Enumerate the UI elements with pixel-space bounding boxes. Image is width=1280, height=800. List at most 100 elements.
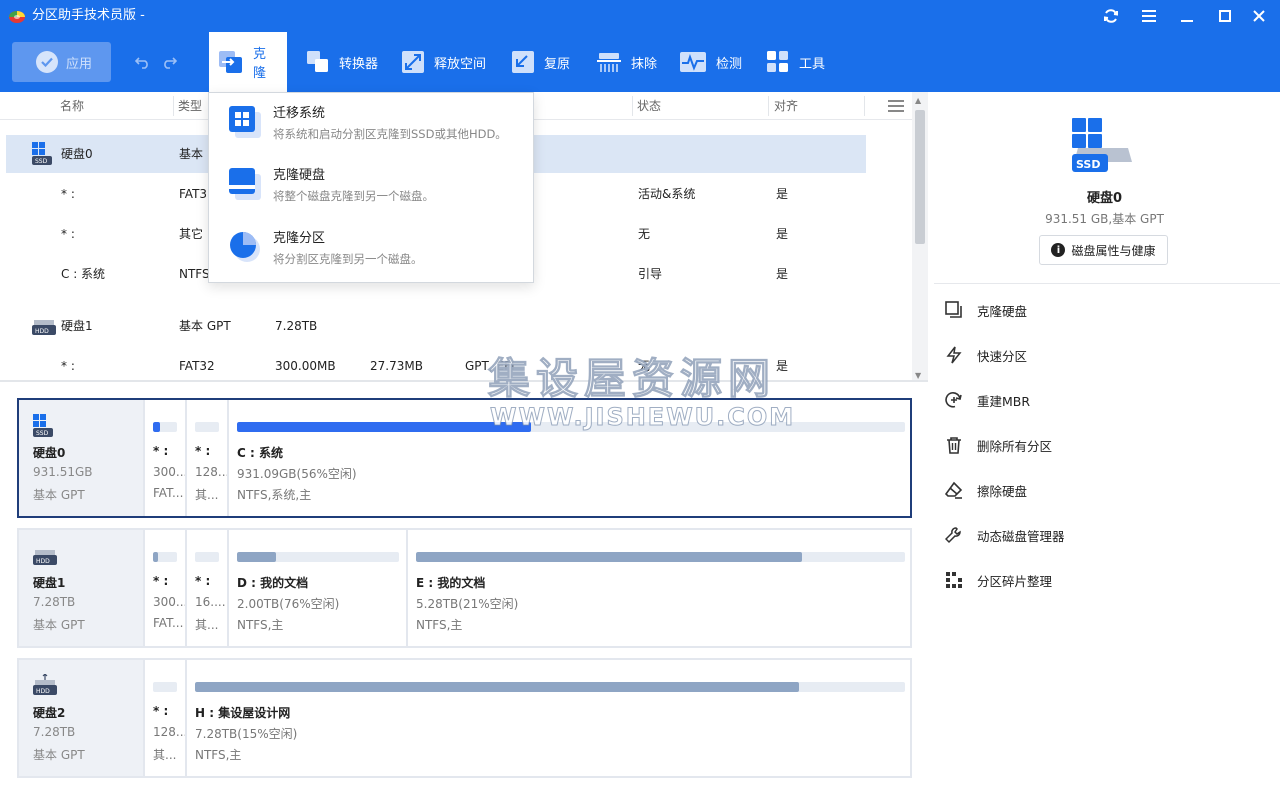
check-icon: [36, 51, 58, 73]
partition-size: 300...: [153, 595, 188, 609]
refresh-icon: [1104, 9, 1118, 23]
column-header-type[interactable]: 类型: [178, 98, 202, 114]
op-label: 动态磁盘管理器: [977, 528, 1065, 544]
row-name: * :: [61, 187, 75, 201]
right-panel: SSD 硬盘0 931.51 GB,基本 GPT i 磁盘属性与健康 克隆硬盘 …: [929, 92, 1280, 800]
partition-block[interactable]: * : 128... 其...: [185, 400, 229, 516]
op-wipe-disk[interactable]: 擦除硬盘: [945, 475, 1265, 505]
row-status: 无: [638, 359, 651, 373]
usage-bar-fill: [153, 552, 158, 562]
disk-type: 基本 GPT: [33, 748, 85, 762]
disk-properties-button[interactable]: i 磁盘属性与健康: [1039, 235, 1168, 265]
scroll-down-icon[interactable]: ▼: [915, 371, 921, 380]
lightning-icon: [946, 346, 962, 364]
tab-wipe[interactable]: 抹除: [587, 32, 667, 92]
column-settings-icon[interactable]: [888, 100, 904, 112]
partition-fs: FAT...: [153, 616, 184, 630]
partition-block-d[interactable]: D : 我的文档 2.00TB(76%空闲) NTFS,主: [227, 530, 406, 646]
row-type: FAT32: [179, 359, 215, 373]
partition-block[interactable]: * : 128... 其...: [143, 660, 187, 776]
op-delete-all-partitions[interactable]: 删除所有分区: [945, 430, 1265, 460]
usage-bar: [237, 552, 399, 562]
apply-label: 应用: [66, 56, 93, 72]
partition-name: H : 集设屋设计网: [195, 706, 291, 720]
row-capacity: 300.00MB: [275, 359, 336, 373]
column-header-name[interactable]: 名称: [60, 98, 84, 114]
op-rebuild-mbr[interactable]: 重建MBR: [945, 385, 1265, 415]
menu-item-migrate-os[interactable]: 迁移系统 将系统和启动分割区克隆到SSD或其他HDD。: [209, 93, 533, 155]
row-status: 活动&系统: [638, 187, 696, 201]
tab-clone[interactable]: 克隆: [209, 32, 287, 92]
window-title: 分区助手技术员版 -: [32, 8, 145, 23]
undo-button[interactable]: [133, 52, 153, 72]
tab-restore[interactable]: 复原: [502, 32, 580, 92]
menu-button[interactable]: [1135, 4, 1163, 28]
column-header-status[interactable]: 状态: [637, 98, 661, 114]
menu-item-clone-disk[interactable]: 克隆硬盘 将整个磁盘克隆到另一个磁盘。: [209, 155, 533, 217]
ssd-disk-large-icon: SSD: [1072, 118, 1132, 172]
row-align: 是: [776, 187, 789, 201]
usage-bar-fill: [416, 552, 803, 562]
redo-button[interactable]: [159, 52, 179, 72]
disk-size: 7.28TB: [33, 595, 76, 609]
partition-block-h[interactable]: H : 集设屋设计网 7.28TB(15%空闲) NTFS,主: [185, 660, 910, 776]
row-name: 硬盘1: [61, 319, 93, 333]
tab-check-label: 检测: [716, 56, 743, 72]
partition-block[interactable]: * : 300... FAT...: [143, 530, 188, 646]
minimize-button[interactable]: [1173, 4, 1201, 28]
partition-fs: NTFS,主: [237, 618, 284, 632]
disk-type: 基本 GPT: [33, 618, 85, 632]
scroll-thumb[interactable]: [915, 110, 925, 244]
toolbar: 应用 克隆 转换器 释放空间 复原 抹除 检测 工具: [0, 32, 1280, 92]
op-defrag[interactable]: 分区碎片整理: [945, 565, 1265, 595]
tab-converter[interactable]: 转换器: [297, 32, 388, 92]
refresh-button[interactable]: [1097, 4, 1125, 28]
tab-tools[interactable]: 工具: [757, 32, 835, 92]
hamburger-icon: [1142, 10, 1156, 22]
tab-check[interactable]: 检测: [670, 32, 752, 92]
row-status: 引导: [638, 267, 663, 281]
row-capacity: 7.28TB: [275, 319, 318, 333]
wrench-icon: [945, 527, 961, 544]
menu-item-clone-partition[interactable]: 克隆分区 将分割区克隆到另一个磁盘。: [209, 218, 533, 280]
usage-bar: [195, 422, 219, 432]
table-row-disk1[interactable]: HDD 硬盘1 基本 GPT 7.28TB: [6, 307, 866, 345]
partition-block-c[interactable]: C : 系统 931.09GB(56%空闲) NTFS,系统,主: [227, 400, 910, 516]
close-button[interactable]: [1245, 4, 1273, 28]
svg-text:HDD: HDD: [36, 558, 50, 565]
tab-free-space[interactable]: 释放空间: [392, 32, 496, 92]
partition-size: 931.09GB(56%空闲): [237, 467, 357, 481]
app-logo-icon: [9, 11, 25, 23]
op-clone-disk[interactable]: 克隆硬盘: [945, 295, 1265, 325]
disk-card-disk1[interactable]: HDD 硬盘1 7.28TB 基本 GPT * : 300... FAT... …: [17, 528, 912, 648]
column-divider: [632, 96, 633, 116]
maximize-icon: [1219, 10, 1231, 22]
eraser-icon: [945, 481, 963, 499]
svg-text:SSD: SSD: [36, 430, 49, 437]
usage-bar: [237, 422, 905, 432]
disk-properties-label: 磁盘属性与健康: [1071, 243, 1156, 258]
partition-block-e[interactable]: E : 我的文档 5.28TB(21%空闲) NTFS,主: [406, 530, 910, 646]
tab-restore-label: 复原: [544, 56, 571, 72]
disk-card-disk0[interactable]: SSD 硬盘0 931.51GB 基本 GPT * : 300... FAT..…: [17, 398, 912, 518]
trash-icon: [947, 437, 961, 454]
scroll-up-icon[interactable]: ▲: [915, 96, 921, 105]
migrate-os-icon: [229, 106, 261, 138]
redo-icon: [164, 57, 177, 69]
row-type: 基本 GPT: [179, 319, 231, 333]
clone-disk-icon: [945, 301, 962, 318]
maximize-button[interactable]: [1211, 4, 1239, 28]
op-dynamic-disk-manager[interactable]: 动态磁盘管理器: [945, 520, 1265, 550]
partition-block[interactable]: * : 16.... 其...: [185, 530, 227, 646]
row-name: * :: [61, 227, 75, 241]
op-quick-partition[interactable]: 快速分区: [945, 340, 1265, 370]
vertical-scrollbar[interactable]: ▲ ▼: [912, 92, 928, 382]
column-header-align[interactable]: 对齐: [774, 98, 798, 114]
partition-name: * :: [153, 574, 169, 588]
tab-tools-label: 工具: [799, 56, 826, 72]
disk-card-disk2[interactable]: HDD 硬盘2 7.28TB 基本 GPT * : 128... 其... H …: [17, 658, 912, 778]
row-name: C : 系统: [61, 267, 106, 281]
partition-block[interactable]: * : 300... FAT...: [143, 400, 187, 516]
usage-bar: [153, 682, 177, 692]
apply-button[interactable]: 应用: [12, 42, 111, 82]
